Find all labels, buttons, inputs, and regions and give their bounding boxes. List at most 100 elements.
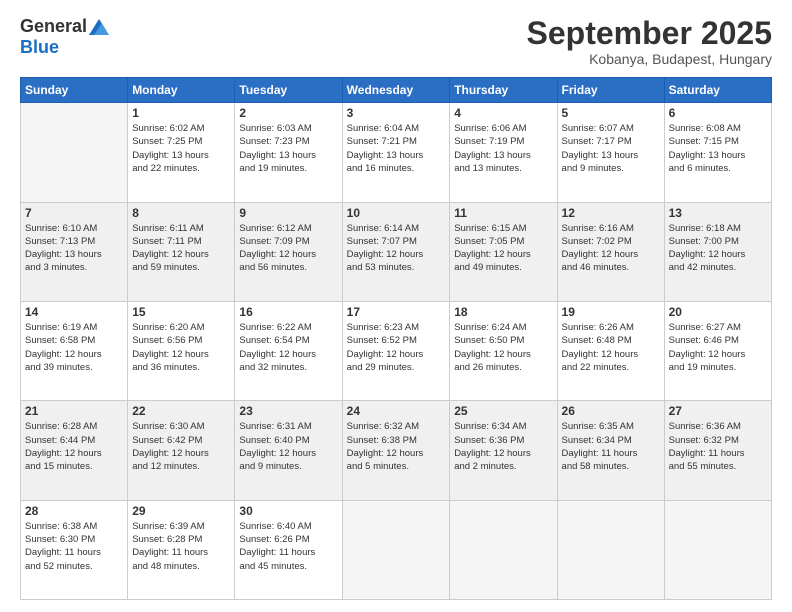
calendar-cell: 16 Sunrise: 6:22 AMSunset: 6:54 PMDayligh…	[235, 301, 342, 400]
calendar-cell: 6Sunrise: 6:08 AMSunset: 7:15 PMDaylight…	[664, 103, 771, 202]
header: General Blue September 2025 Kobanya, Bud…	[20, 16, 772, 67]
month-title: September 2025	[527, 16, 772, 51]
col-sunday: Sunday	[21, 78, 128, 103]
day-number: 21	[25, 404, 123, 418]
day-info: Sunrise: 6:04 AMSunset: 7:21 PMDaylight:…	[347, 122, 446, 175]
logo: General Blue	[20, 16, 109, 58]
day-number: 29	[132, 504, 230, 518]
calendar-cell	[557, 500, 664, 599]
calendar-cell: 22 Sunrise: 6:30 AMSunset: 6:42 PMDayligh…	[128, 401, 235, 500]
day-number: 11	[454, 206, 552, 220]
day-info: Sunrise: 6:28 AMSunset: 6:44 PMDaylight:…	[25, 420, 123, 473]
day-number: 22	[132, 404, 230, 418]
day-number: 28	[25, 504, 123, 518]
calendar-cell: 3 Sunrise: 6:04 AMSunset: 7:21 PMDaylight…	[342, 103, 450, 202]
calendar-cell: 9 Sunrise: 6:12 AMSunset: 7:09 PMDaylight…	[235, 202, 342, 301]
day-number: 10	[347, 206, 446, 220]
calendar-cell: 12 Sunrise: 6:16 AMSunset: 7:02 PMDayligh…	[557, 202, 664, 301]
day-number: 8	[132, 206, 230, 220]
calendar-week-1: 1 Sunrise: 6:02 AMSunset: 7:25 PMDaylight…	[21, 103, 772, 202]
day-number: 26	[562, 404, 660, 418]
calendar-week-3: 14Sunrise: 6:19 AMSunset: 6:58 PMDayligh…	[21, 301, 772, 400]
calendar-cell: 30Sunrise: 6:40 AMSunset: 6:26 PMDayligh…	[235, 500, 342, 599]
calendar-week-5: 28Sunrise: 6:38 AMSunset: 6:30 PMDayligh…	[21, 500, 772, 599]
calendar-week-4: 21 Sunrise: 6:28 AMSunset: 6:44 PMDayligh…	[21, 401, 772, 500]
day-number: 15	[132, 305, 230, 319]
header-row: Sunday Monday Tuesday Wednesday Thursday…	[21, 78, 772, 103]
day-number: 24	[347, 404, 446, 418]
calendar-cell: 20Sunrise: 6:27 AMSunset: 6:46 PMDayligh…	[664, 301, 771, 400]
day-number: 4	[454, 106, 552, 120]
calendar-cell: 23 Sunrise: 6:31 AMSunset: 6:40 PMDayligh…	[235, 401, 342, 500]
calendar-cell: 25 Sunrise: 6:34 AMSunset: 6:36 PMDayligh…	[450, 401, 557, 500]
day-number: 12	[562, 206, 660, 220]
day-info: Sunrise: 6:36 AMSunset: 6:32 PMDaylight:…	[669, 420, 767, 473]
day-number: 14	[25, 305, 123, 319]
day-info: Sunrise: 6:15 AMSunset: 7:05 PMDaylight:…	[454, 222, 552, 275]
calendar-cell: 17 Sunrise: 6:23 AMSunset: 6:52 PMDayligh…	[342, 301, 450, 400]
calendar-cell: 13 Sunrise: 6:18 AMSunset: 7:00 PMDayligh…	[664, 202, 771, 301]
day-number: 25	[454, 404, 552, 418]
day-number: 9	[239, 206, 337, 220]
calendar-cell: 29Sunrise: 6:39 AMSunset: 6:28 PMDayligh…	[128, 500, 235, 599]
day-number: 17	[347, 305, 446, 319]
day-info: Sunrise: 6:14 AMSunset: 7:07 PMDaylight:…	[347, 222, 446, 275]
calendar-cell: 1 Sunrise: 6:02 AMSunset: 7:25 PMDaylight…	[128, 103, 235, 202]
calendar-cell: 19 Sunrise: 6:26 AMSunset: 6:48 PMDayligh…	[557, 301, 664, 400]
calendar-cell	[450, 500, 557, 599]
calendar-cell: 24Sunrise: 6:32 AMSunset: 6:38 PMDayligh…	[342, 401, 450, 500]
calendar-cell: 2 Sunrise: 6:03 AMSunset: 7:23 PMDaylight…	[235, 103, 342, 202]
day-info: Sunrise: 6:20 AMSunset: 6:56 PMDaylight:…	[132, 321, 230, 374]
day-info: Sunrise: 6:31 AMSunset: 6:40 PMDaylight:…	[239, 420, 337, 473]
day-info: Sunrise: 6:03 AMSunset: 7:23 PMDaylight:…	[239, 122, 337, 175]
calendar-cell: 27Sunrise: 6:36 AMSunset: 6:32 PMDayligh…	[664, 401, 771, 500]
day-info: Sunrise: 6:18 AMSunset: 7:00 PMDaylight:…	[669, 222, 767, 275]
calendar-cell: 15 Sunrise: 6:20 AMSunset: 6:56 PMDayligh…	[128, 301, 235, 400]
day-number: 16	[239, 305, 337, 319]
calendar-cell: 7 Sunrise: 6:10 AMSunset: 7:13 PMDaylight…	[21, 202, 128, 301]
logo-blue: Blue	[20, 37, 59, 58]
day-info: Sunrise: 6:07 AMSunset: 7:17 PMDaylight:…	[562, 122, 660, 175]
day-info: Sunrise: 6:22 AMSunset: 6:54 PMDaylight:…	[239, 321, 337, 374]
day-number: 20	[669, 305, 767, 319]
day-number: 23	[239, 404, 337, 418]
day-info: Sunrise: 6:16 AMSunset: 7:02 PMDaylight:…	[562, 222, 660, 275]
day-number: 18	[454, 305, 552, 319]
col-wednesday: Wednesday	[342, 78, 450, 103]
day-info: Sunrise: 6:34 AMSunset: 6:36 PMDaylight:…	[454, 420, 552, 473]
col-tuesday: Tuesday	[235, 78, 342, 103]
col-saturday: Saturday	[664, 78, 771, 103]
day-info: Sunrise: 6:02 AMSunset: 7:25 PMDaylight:…	[132, 122, 230, 175]
logo-general: General	[20, 16, 87, 37]
col-friday: Friday	[557, 78, 664, 103]
day-number: 13	[669, 206, 767, 220]
day-info: Sunrise: 6:12 AMSunset: 7:09 PMDaylight:…	[239, 222, 337, 275]
day-number: 19	[562, 305, 660, 319]
day-info: Sunrise: 6:23 AMSunset: 6:52 PMDaylight:…	[347, 321, 446, 374]
day-info: Sunrise: 6:06 AMSunset: 7:19 PMDaylight:…	[454, 122, 552, 175]
day-info: Sunrise: 6:30 AMSunset: 6:42 PMDaylight:…	[132, 420, 230, 473]
day-info: Sunrise: 6:11 AMSunset: 7:11 PMDaylight:…	[132, 222, 230, 275]
calendar-cell: 10 Sunrise: 6:14 AMSunset: 7:07 PMDayligh…	[342, 202, 450, 301]
day-number: 7	[25, 206, 123, 220]
calendar-table: Sunday Monday Tuesday Wednesday Thursday…	[20, 77, 772, 600]
page: General Blue September 2025 Kobanya, Bud…	[0, 0, 792, 612]
title-block: September 2025 Kobanya, Budapest, Hungar…	[527, 16, 772, 67]
calendar-cell: 14Sunrise: 6:19 AMSunset: 6:58 PMDayligh…	[21, 301, 128, 400]
day-number: 30	[239, 504, 337, 518]
day-number: 2	[239, 106, 337, 120]
day-info: Sunrise: 6:08 AMSunset: 7:15 PMDaylight:…	[669, 122, 767, 175]
day-info: Sunrise: 6:10 AMSunset: 7:13 PMDaylight:…	[25, 222, 123, 275]
day-info: Sunrise: 6:24 AMSunset: 6:50 PMDaylight:…	[454, 321, 552, 374]
day-number: 3	[347, 106, 446, 120]
day-number: 5	[562, 106, 660, 120]
day-info: Sunrise: 6:26 AMSunset: 6:48 PMDaylight:…	[562, 321, 660, 374]
col-thursday: Thursday	[450, 78, 557, 103]
calendar-cell: 4 Sunrise: 6:06 AMSunset: 7:19 PMDaylight…	[450, 103, 557, 202]
calendar-cell: 5 Sunrise: 6:07 AMSunset: 7:17 PMDaylight…	[557, 103, 664, 202]
calendar-cell: 11 Sunrise: 6:15 AMSunset: 7:05 PMDayligh…	[450, 202, 557, 301]
calendar-cell: 21 Sunrise: 6:28 AMSunset: 6:44 PMDayligh…	[21, 401, 128, 500]
day-number: 1	[132, 106, 230, 120]
calendar-cell	[342, 500, 450, 599]
subtitle: Kobanya, Budapest, Hungary	[527, 51, 772, 67]
